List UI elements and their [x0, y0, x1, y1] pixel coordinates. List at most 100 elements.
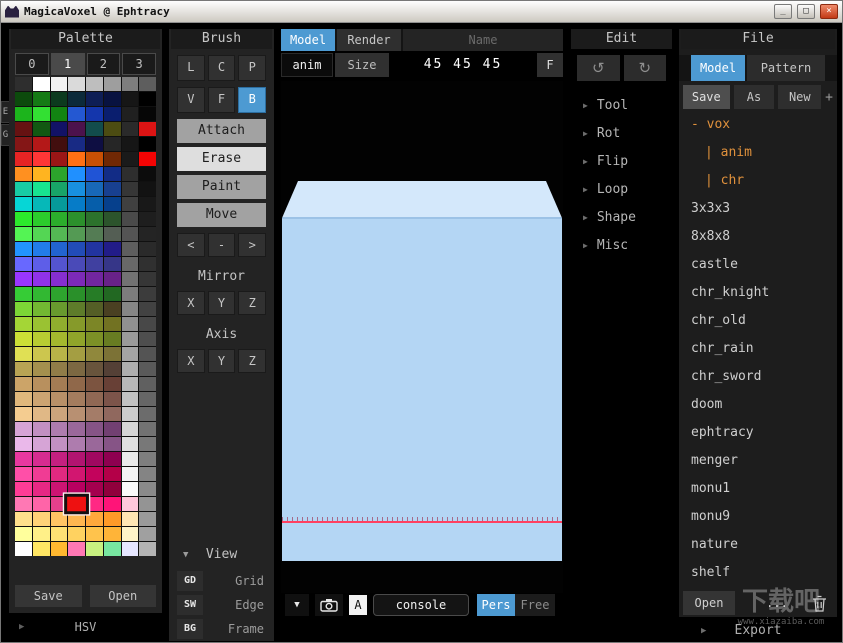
palette-swatch[interactable] — [139, 137, 156, 151]
palette-swatch[interactable] — [121, 467, 139, 481]
palette-swatch[interactable] — [86, 347, 103, 361]
palette-swatch[interactable] — [121, 137, 139, 151]
palette-swatch[interactable] — [103, 107, 121, 121]
palette-swatch[interactable] — [103, 197, 121, 211]
palette-swatch[interactable] — [86, 302, 103, 316]
palette-swatch[interactable] — [68, 182, 85, 196]
palette-swatch[interactable] — [68, 287, 85, 301]
size-value[interactable]: 45 45 45 — [391, 53, 535, 77]
hsv-section-toggle[interactable]: ▶ HSV — [9, 617, 162, 637]
palette-open-button[interactable]: Open — [89, 585, 156, 607]
file-item-ephtracy[interactable]: ephtracy — [679, 419, 837, 447]
palette-swatch[interactable] — [139, 77, 156, 91]
palette-swatch[interactable] — [50, 527, 68, 541]
palette-swatch[interactable] — [86, 377, 103, 391]
palette-swatch[interactable] — [68, 242, 85, 256]
palette-swatch[interactable] — [32, 197, 50, 211]
palette-swatch[interactable] — [15, 302, 32, 316]
palette-swatch[interactable] — [50, 167, 68, 181]
palette-swatch[interactable] — [139, 152, 156, 166]
palette-swatch[interactable] — [86, 467, 103, 481]
file-item-chr-rain[interactable]: chr_rain — [679, 335, 837, 363]
palette-swatch[interactable] — [121, 527, 139, 541]
palette-swatch[interactable] — [50, 77, 68, 91]
palette-swatch[interactable] — [32, 317, 50, 331]
palette-swatch[interactable] — [32, 422, 50, 436]
palette-swatch[interactable] — [139, 212, 156, 226]
palette-swatch[interactable] — [121, 422, 139, 436]
file-save-as-button[interactable]: As — [733, 85, 775, 109]
palette-swatch[interactable] — [103, 377, 121, 391]
palette-swatch[interactable] — [121, 107, 139, 121]
palette-swatch[interactable] — [103, 242, 121, 256]
palette-swatch[interactable] — [139, 197, 156, 211]
palette-swatch[interactable] — [15, 332, 32, 346]
palette-swatch[interactable] — [103, 317, 121, 331]
file-new-button[interactable]: New — [778, 85, 822, 109]
palette-swatch[interactable] — [103, 137, 121, 151]
palette-swatch[interactable] — [86, 527, 103, 541]
palette-swatch[interactable] — [32, 542, 50, 556]
palette-swatch[interactable] — [103, 407, 121, 421]
palette-swatch[interactable] — [15, 407, 32, 421]
view-toggle-sw[interactable]: SW — [177, 595, 203, 615]
palette-swatch[interactable] — [68, 527, 85, 541]
palette-swatch[interactable] — [86, 107, 103, 121]
palette-swatch[interactable] — [68, 227, 85, 241]
screenshot-button[interactable] — [315, 594, 343, 616]
palette-swatch[interactable] — [32, 137, 50, 151]
palette-swatch[interactable] — [15, 272, 32, 286]
maximize-button[interactable]: □ — [797, 4, 815, 19]
frame-toggle-button[interactable]: F — [537, 53, 563, 77]
palette-swatch[interactable] — [15, 437, 32, 451]
palette-swatch[interactable] — [139, 377, 156, 391]
file-item-chr[interactable]: | chr — [679, 167, 837, 195]
palette-swatch[interactable] — [139, 512, 156, 526]
palette-swatch[interactable] — [139, 497, 156, 511]
palette-swatch[interactable] — [103, 362, 121, 376]
voxel-model[interactable] — [282, 181, 562, 561]
palette-swatch[interactable] — [68, 467, 85, 481]
palette-swatch[interactable] — [50, 467, 68, 481]
file-item-3x3x3[interactable]: 3x3x3 — [679, 195, 837, 223]
palette-swatch[interactable] — [121, 77, 139, 91]
axis-z-button[interactable]: Z — [238, 349, 267, 373]
palette-swatch[interactable] — [121, 302, 139, 316]
tool-attach-button[interactable]: Attach — [177, 119, 266, 143]
undo-button[interactable]: ↺ — [577, 55, 620, 81]
palette-swatch[interactable] — [68, 452, 85, 466]
palette-swatch[interactable] — [121, 542, 139, 556]
palette-swatch[interactable] — [86, 437, 103, 451]
palette-swatch[interactable] — [139, 92, 156, 106]
brush-mode-l[interactable]: L — [177, 55, 205, 81]
palette-swatch[interactable] — [103, 92, 121, 106]
palette-swatch[interactable] — [121, 452, 139, 466]
file-item-nature[interactable]: nature — [679, 531, 837, 559]
perspective-button[interactable]: Pers — [477, 594, 515, 616]
palette-swatch[interactable] — [50, 302, 68, 316]
palette-swatch[interactable] — [32, 122, 50, 136]
tab-model[interactable]: Model — [281, 29, 335, 51]
brush-mode-f[interactable]: F — [207, 87, 236, 113]
palette-swatch[interactable] — [68, 137, 85, 151]
palette-save-button[interactable]: Save — [15, 585, 82, 607]
edit-item-loop[interactable]: ▶ Loop — [569, 175, 674, 203]
export-section-toggle[interactable]: ▶ Export — [679, 621, 837, 641]
palette-swatch[interactable] — [103, 227, 121, 241]
palette-swatch[interactable] — [121, 272, 139, 286]
palette-swatch[interactable] — [15, 512, 32, 526]
axis-y-button[interactable]: Y — [207, 349, 236, 373]
edit-item-tool[interactable]: ▶ Tool — [569, 91, 674, 119]
palette-swatch[interactable] — [32, 167, 50, 181]
palette-swatch[interactable] — [15, 137, 32, 151]
palette-swatch[interactable] — [103, 482, 121, 496]
palette-swatch[interactable] — [50, 377, 68, 391]
palette-swatch[interactable] — [68, 362, 85, 376]
palette-swatch[interactable] — [121, 497, 139, 511]
palette-swatch[interactable] — [50, 137, 68, 151]
palette-swatch[interactable] — [50, 272, 68, 286]
file-item-chr-old[interactable]: chr_old — [679, 307, 837, 335]
palette-swatch[interactable] — [15, 362, 32, 376]
palette-swatch[interactable] — [32, 482, 50, 496]
file-item-shelf[interactable]: shelf — [679, 559, 837, 587]
